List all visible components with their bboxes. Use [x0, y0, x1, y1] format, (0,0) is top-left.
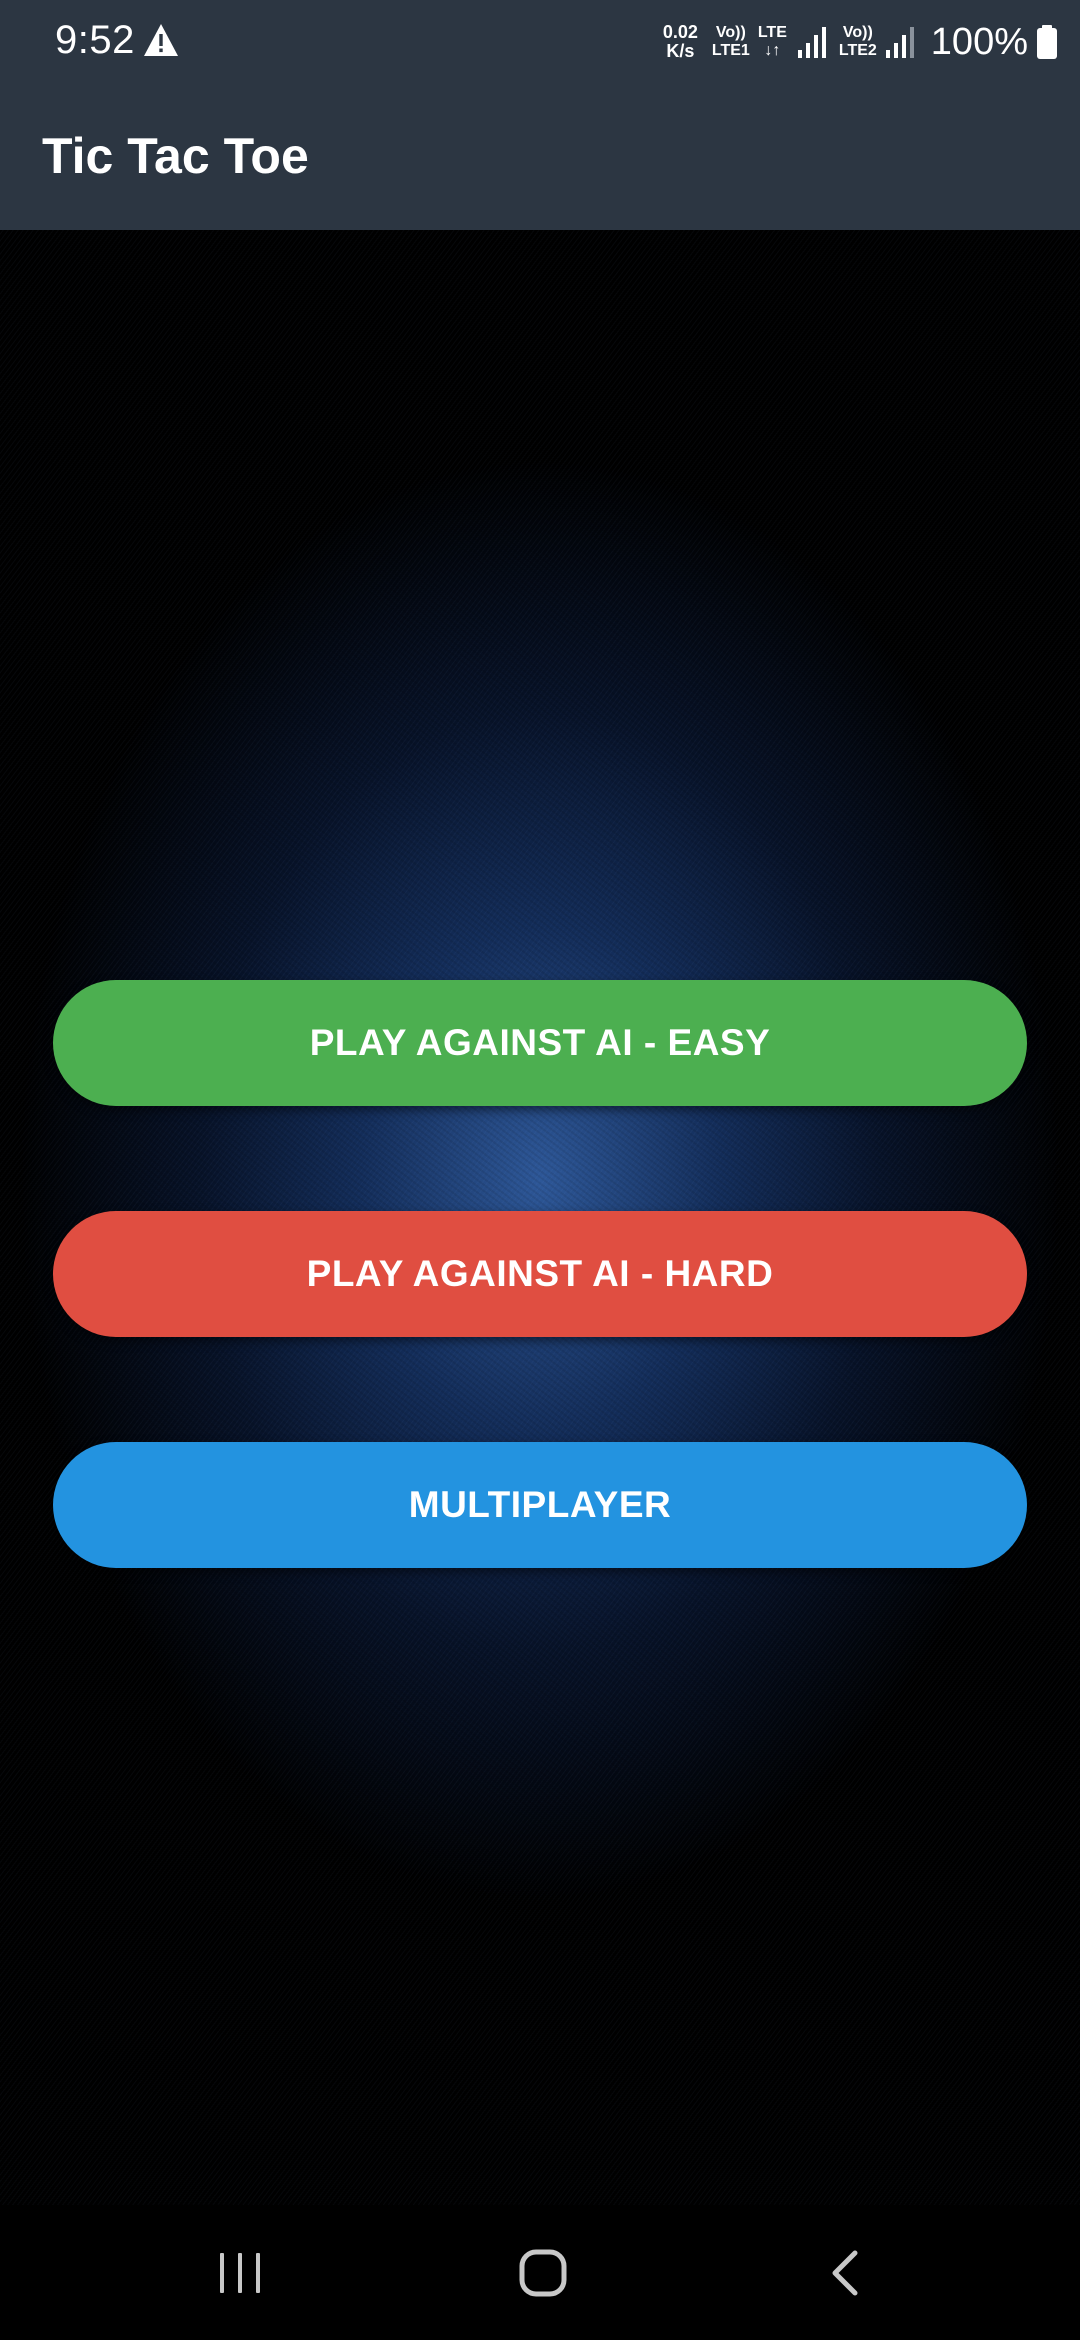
main-content: PLAY AGAINST AI - EASY PLAY AGAINST AI -…	[0, 230, 1080, 2205]
play-ai-easy-button[interactable]: PLAY AGAINST AI - EASY	[53, 980, 1027, 1106]
status-time: 9:52	[55, 18, 135, 62]
back-button[interactable]	[775, 2205, 915, 2340]
warning-icon	[144, 24, 178, 56]
app-title: Tic Tac Toe	[42, 128, 309, 184]
signal-icon	[885, 27, 914, 58]
play-ai-hard-button[interactable]: PLAY AGAINST AI - HARD	[53, 1211, 1027, 1337]
app-bar: Tic Tac Toe	[0, 80, 1080, 230]
sim2-label: Vo)) LTE2	[839, 24, 877, 60]
network-speed-value: 0.02	[662, 22, 698, 42]
network-speed-unit: K/s	[666, 41, 695, 61]
sim1-label: Vo)) LTE1	[712, 24, 750, 60]
sim1-lte: LTE1	[711, 42, 750, 59]
battery-icon	[1037, 25, 1057, 59]
lte-text: LTE	[757, 24, 787, 41]
recent-apps-button[interactable]	[170, 2205, 310, 2340]
screen: 9:52 0.02 K/s Vo)) LTE1 LTE ↓↑ Vo)) LTE2…	[0, 0, 1080, 2340]
sim2-lte: LTE2	[838, 42, 877, 59]
network-speed: 0.02 K/s	[663, 23, 698, 61]
multiplayer-button[interactable]: MULTIPLAYER	[53, 1442, 1027, 1568]
data-arrows: ↓↑	[764, 42, 781, 59]
back-icon	[832, 2250, 858, 2295]
battery-percent: 100%	[930, 20, 1028, 63]
sim2-volte: Vo))	[842, 24, 873, 41]
lte-data-label: LTE ↓↑	[758, 24, 787, 60]
navigation-bar	[0, 2205, 1080, 2340]
home-button[interactable]	[473, 2205, 613, 2340]
home-icon	[519, 2249, 567, 2296]
status-icons: 0.02 K/s Vo)) LTE1 LTE ↓↑ Vo)) LTE2 100%	[663, 14, 1058, 70]
recent-apps-icon	[220, 2252, 260, 2293]
status-bar: 9:52 0.02 K/s Vo)) LTE1 LTE ↓↑ Vo)) LTE2…	[0, 0, 1080, 80]
sim1-volte: Vo))	[715, 24, 746, 41]
signal-icon	[797, 27, 826, 58]
